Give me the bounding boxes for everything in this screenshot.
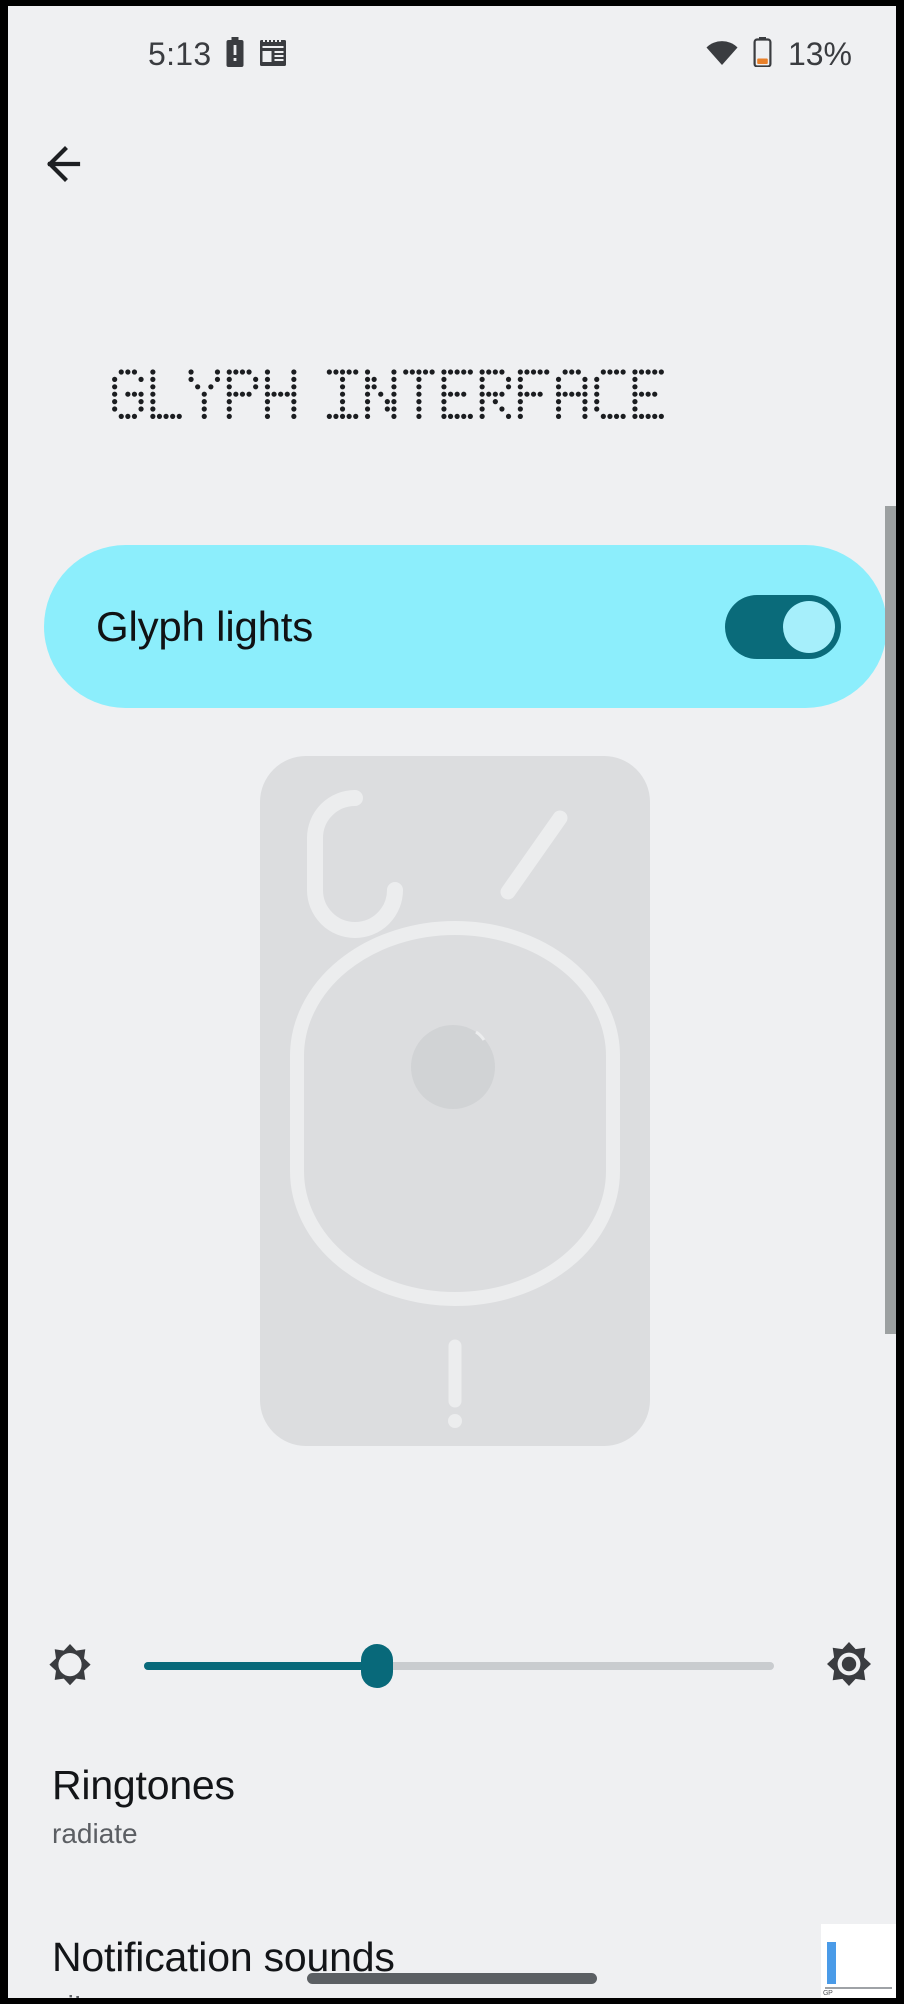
brightness-slider[interactable] bbox=[144, 1636, 774, 1696]
brightness-slider-row bbox=[8, 1626, 896, 1706]
floating-overlay-widget[interactable]: GP bbox=[821, 1924, 896, 1998]
list-item-notification-sounds[interactable]: Notification sounds oi! bbox=[52, 1935, 812, 1998]
overlay-label: GP bbox=[823, 1990, 833, 1997]
list-item-subtitle: oi! bbox=[52, 1991, 812, 1998]
nothing-phone-glyph-illustration bbox=[260, 756, 650, 1446]
home-gesture-bar[interactable] bbox=[307, 1973, 597, 1984]
calendar-note-icon bbox=[259, 36, 287, 72]
list-item-title: Ringtones bbox=[52, 1762, 235, 1808]
battery-icon bbox=[753, 36, 772, 72]
wifi-icon bbox=[705, 38, 739, 71]
list-item-ringtones[interactable]: Ringtones radiate bbox=[52, 1762, 812, 1850]
battery-alert-icon bbox=[225, 36, 245, 72]
back-button[interactable] bbox=[36, 132, 104, 200]
glyph-lights-card[interactable]: Glyph lights bbox=[44, 545, 887, 708]
status-time: 5:13 bbox=[148, 35, 212, 72]
glyph-lights-label: Glyph lights bbox=[96, 602, 314, 650]
status-bar-right: 13% bbox=[705, 36, 852, 73]
brightness-slider-fill bbox=[144, 1662, 378, 1670]
status-bar-left: 5:13 bbox=[148, 36, 287, 73]
phone-screen: 5:13 13% Glyph lights Ringtones radiate … bbox=[0, 0, 904, 2004]
glyph-lights-toggle[interactable] bbox=[725, 594, 841, 659]
dot-matrix-title bbox=[112, 369, 664, 419]
status-bar: 5:13 13% bbox=[8, 6, 896, 102]
toggle-knob bbox=[783, 600, 835, 653]
overlay-axis bbox=[825, 1987, 892, 1989]
page-title: GLYPH INTERFACE bbox=[50, 368, 730, 424]
arrow-left-icon bbox=[46, 144, 94, 189]
brightness-high-icon[interactable] bbox=[822, 1637, 876, 1696]
brightness-slider-thumb[interactable] bbox=[361, 1644, 394, 1688]
overlay-bar-chart bbox=[827, 1942, 836, 1984]
brightness-low-icon[interactable] bbox=[44, 1638, 96, 1695]
vertical-scrollbar[interactable] bbox=[885, 506, 896, 1334]
list-item-subtitle: radiate bbox=[52, 1818, 138, 1850]
battery-percent: 13% bbox=[787, 35, 852, 72]
